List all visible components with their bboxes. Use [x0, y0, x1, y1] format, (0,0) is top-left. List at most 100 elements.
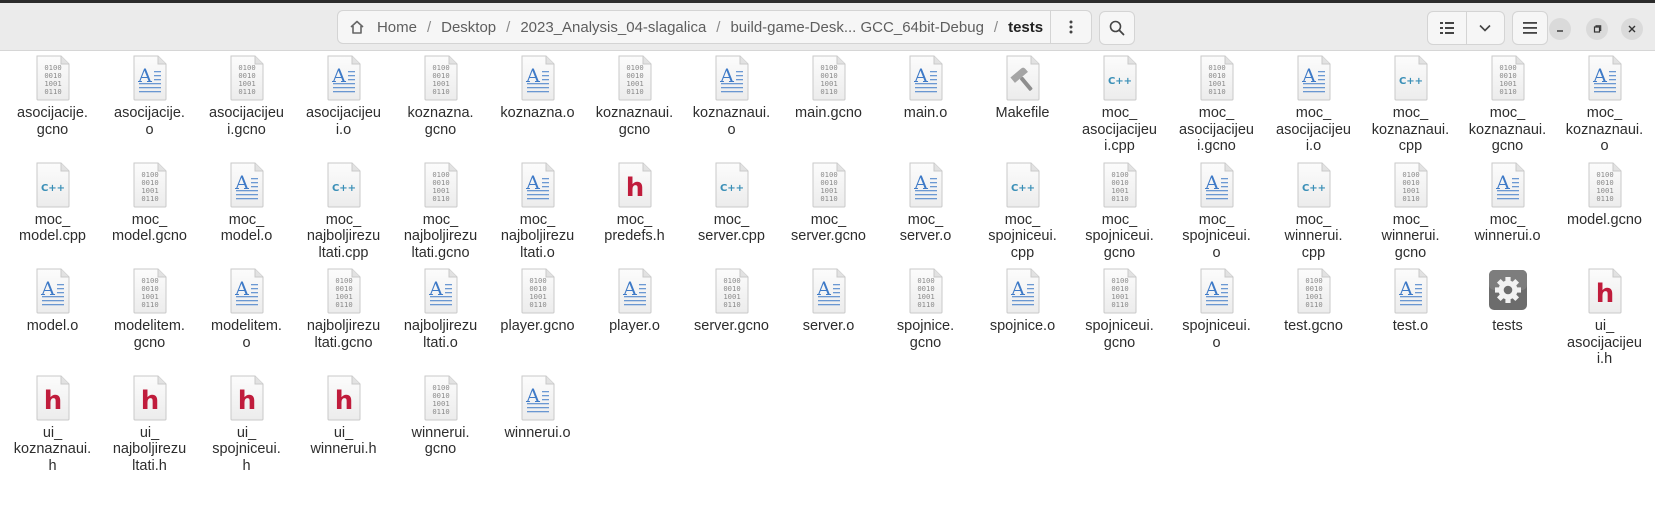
file-name-line: server.o	[899, 228, 952, 244]
binary-file-icon: 0100 0010 1001 0110	[906, 267, 946, 315]
view-options-dropdown[interactable]	[1467, 12, 1505, 44]
binary-file-icon: 0100 0010 1001 0110	[1197, 54, 1237, 102]
file-item-ui-najboljirezultati-h[interactable]: h ui_ najboljirezu ltati.h	[101, 374, 198, 475]
file-item-test-o[interactable]: Atest.o	[1362, 267, 1459, 368]
file-item-model-gcno[interactable]: 0100 0010 1001 0110 model.gcno	[1556, 161, 1653, 262]
file-item-koznaznaui-gcno[interactable]: 0100 0010 1001 0110 koznaznaui. gcno	[586, 54, 683, 155]
executable-icon	[1488, 267, 1528, 315]
breadcrumb-desktop[interactable]: Desktop	[434, 19, 503, 36]
file-item-asocijacije-gcno[interactable]: 0100 0010 1001 0110 asocijacije. gcno	[4, 54, 101, 155]
file-name-label: moc_ asocijacijeu i.gcno	[1172, 105, 1262, 155]
file-name-line: i.cpp	[1104, 138, 1135, 154]
file-item-moc-predefs-h[interactable]: h moc_ predefs.h	[586, 161, 683, 262]
file-item-server-o[interactable]: Aserver.o	[780, 267, 877, 368]
file-name-label: winnerui.o	[493, 425, 583, 442]
file-item-koznazna-gcno[interactable]: 0100 0010 1001 0110 koznazna. gcno	[392, 54, 489, 155]
file-item-moc-spojniceui-o[interactable]: Amoc_ spojniceui. o	[1168, 161, 1265, 262]
file-name-line: gcno	[1491, 138, 1524, 154]
svg-text:h: h	[140, 386, 159, 416]
file-item-spojniceui-o[interactable]: Aspojniceui. o	[1168, 267, 1265, 368]
file-item-moc-najboljirezultati-o[interactable]: Amoc_ najboljirezu ltati.o	[489, 161, 586, 262]
file-name-label: ui_ koznaznaui. h	[8, 425, 98, 475]
file-item-main-o[interactable]: Amain.o	[877, 54, 974, 155]
file-item-ui-asocijacijeui-h[interactable]: h ui_ asocijacijeu i.h	[1556, 267, 1653, 368]
file-item-player-o[interactable]: Aplayer.o	[586, 267, 683, 368]
path-menu-button[interactable]	[1050, 11, 1091, 43]
file-item-modelitem-gcno[interactable]: 0100 0010 1001 0110 modelitem. gcno	[101, 267, 198, 368]
file-item-moc-winnerui-gcno[interactable]: 0100 0010 1001 0110 moc_ winnerui. gcno	[1362, 161, 1459, 262]
binary-file-icon: 0100 0010 1001 0110	[615, 54, 655, 102]
file-item-asocijacijeui-o[interactable]: Aasocijacijeu i.o	[295, 54, 392, 155]
file-item-moc-koznaznaui-gcno[interactable]: 0100 0010 1001 0110 moc_ koznaznaui. gcno	[1459, 54, 1556, 155]
header-file-icon: h	[33, 374, 73, 422]
file-item-player-gcno[interactable]: 0100 0010 1001 0110 player.gcno	[489, 267, 586, 368]
file-item-moc-asocijacijeui-gcno[interactable]: 0100 0010 1001 0110 moc_ asocijacijeu i.gcno	[1168, 54, 1265, 155]
breadcrumb-separator: /	[426, 18, 432, 36]
file-item-moc-koznaznaui-cpp[interactable]: C++ moc_ koznaznaui. cpp	[1362, 54, 1459, 155]
file-item-moc-model-cpp[interactable]: C++ moc_ model.cpp	[4, 161, 101, 262]
file-item-najboljirezultati-gcno[interactable]: 0100 0010 1001 0110 najboljirezu ltati.gcno	[295, 267, 392, 368]
main-menu-button[interactable]	[1512, 11, 1548, 45]
breadcrumb-current[interactable]: tests	[1001, 19, 1050, 36]
breadcrumb-project[interactable]: 2023_Analysis_04-slagalica	[513, 19, 713, 36]
file-item-modelitem-o[interactable]: Amodelitem. o	[198, 267, 295, 368]
file-item-spojnice-o[interactable]: Aspojnice.o	[974, 267, 1071, 368]
maximize-button[interactable]	[1586, 18, 1608, 40]
home-icon[interactable]	[348, 18, 366, 36]
binary-file-icon: 0100 0010 1001 0110	[227, 54, 267, 102]
file-name-line: asocijacije.	[114, 105, 185, 121]
file-name-label: server.o	[784, 318, 874, 335]
file-item-spojniceui-gcno[interactable]: 0100 0010 1001 0110 spojniceui. gcno	[1071, 267, 1168, 368]
file-name-line: moc_	[1004, 211, 1041, 228]
file-item-ui-koznaznaui-h[interactable]: h ui_ koznaznaui. h	[4, 374, 101, 475]
file-item-moc-najboljirezultati-cpp[interactable]: C++ moc_ najboljirezu ltati.cpp	[295, 161, 392, 262]
file-item-model-o[interactable]: Amodel.o	[4, 267, 101, 368]
file-item-moc-spojniceui-cpp[interactable]: C++ moc_ spojniceui. cpp	[974, 161, 1071, 262]
file-item-moc-server-cpp[interactable]: C++ moc_ server.cpp	[683, 161, 780, 262]
file-item-moc-winnerui-cpp[interactable]: C++ moc_ winnerui. cpp	[1265, 161, 1362, 262]
minimize-button[interactable]	[1549, 18, 1571, 40]
file-item-moc-model-o[interactable]: Amoc_ model.o	[198, 161, 295, 262]
file-item-moc-spojniceui-gcno[interactable]: 0100 0010 1001 0110 moc_ spojniceui. gcno	[1071, 161, 1168, 262]
file-item-moc-najboljirezultati-gcno[interactable]: 0100 0010 1001 0110 moc_ najboljirezu ltati.gc…	[392, 161, 489, 262]
file-item-najboljirezultati-o[interactable]: Anajboljirezu ltati.o	[392, 267, 489, 368]
breadcrumb-home[interactable]: Home	[370, 19, 424, 36]
file-name-line: winnerui.	[1381, 228, 1440, 244]
file-item-server-gcno[interactable]: 0100 0010 1001 0110 server.gcno	[683, 267, 780, 368]
file-name-line: i.o	[1305, 138, 1322, 154]
breadcrumb-build[interactable]: build-game-Desk... GCC_64bit-Debug	[723, 19, 990, 36]
close-button[interactable]	[1621, 18, 1643, 40]
file-item-koznazna-o[interactable]: Akoznazna.o	[489, 54, 586, 155]
list-view-icon	[1439, 22, 1454, 34]
file-item-asocijacije-o[interactable]: Aasocijacije. o	[101, 54, 198, 155]
file-item-ui-spojniceui-h[interactable]: h ui_ spojniceui. h	[198, 374, 295, 475]
file-item-koznaznaui-o[interactable]: Akoznaznaui. o	[683, 54, 780, 155]
file-name-line: koznazna.o	[500, 105, 575, 121]
file-item-moc-asocijacijeui-cpp[interactable]: C++ moc_ asocijacijeu i.cpp	[1071, 54, 1168, 155]
file-item-ui-winnerui-h[interactable]: h ui_ winnerui.h	[295, 374, 392, 475]
file-item-moc-asocijacijeui-o[interactable]: Amoc_ asocijacijeu i.o	[1265, 54, 1362, 155]
file-name-line: gcno	[133, 334, 166, 351]
file-item-moc-server-o[interactable]: Amoc_ server.o	[877, 161, 974, 262]
file-item-test-gcno[interactable]: 0100 0010 1001 0110 test.gcno	[1265, 267, 1362, 368]
file-name-line: winnerui.	[1284, 228, 1343, 244]
file-item-moc-server-gcno[interactable]: 0100 0010 1001 0110 moc_ server.gcno	[780, 161, 877, 262]
file-item-asocijacijeui-gcno[interactable]: 0100 0010 1001 0110 asocijacijeu i.gcno	[198, 54, 295, 155]
file-item-makefile[interactable]: Makefile	[974, 54, 1071, 155]
file-item-moc-koznaznaui-o[interactable]: Amoc_ koznaznaui. o	[1556, 54, 1653, 155]
file-item-winnerui-o[interactable]: Awinnerui.o	[489, 374, 586, 475]
file-item-moc-model-gcno[interactable]: 0100 0010 1001 0110 moc_ model.gcno	[101, 161, 198, 262]
object-file-icon: A	[1197, 267, 1237, 315]
file-item-tests[interactable]: tests	[1459, 267, 1556, 368]
file-item-main-gcno[interactable]: 0100 0010 1001 0110 main.gcno	[780, 54, 877, 155]
file-item-moc-winnerui-o[interactable]: Amoc_ winnerui.o	[1459, 161, 1556, 262]
file-item-spojnice-gcno[interactable]: 0100 0010 1001 0110 spojnice. gcno	[877, 267, 974, 368]
file-name-line: test.o	[1392, 318, 1429, 334]
file-item-winnerui-gcno[interactable]: 0100 0010 1001 0110 winnerui. gcno	[392, 374, 489, 475]
list-view-button[interactable]	[1428, 12, 1467, 44]
file-name-label: main.gcno	[784, 105, 874, 122]
search-button[interactable]	[1099, 11, 1135, 45]
object-file-icon: A	[1197, 161, 1237, 209]
svg-text:0110: 0110	[1402, 194, 1419, 203]
file-name-line: cpp	[1301, 244, 1326, 261]
